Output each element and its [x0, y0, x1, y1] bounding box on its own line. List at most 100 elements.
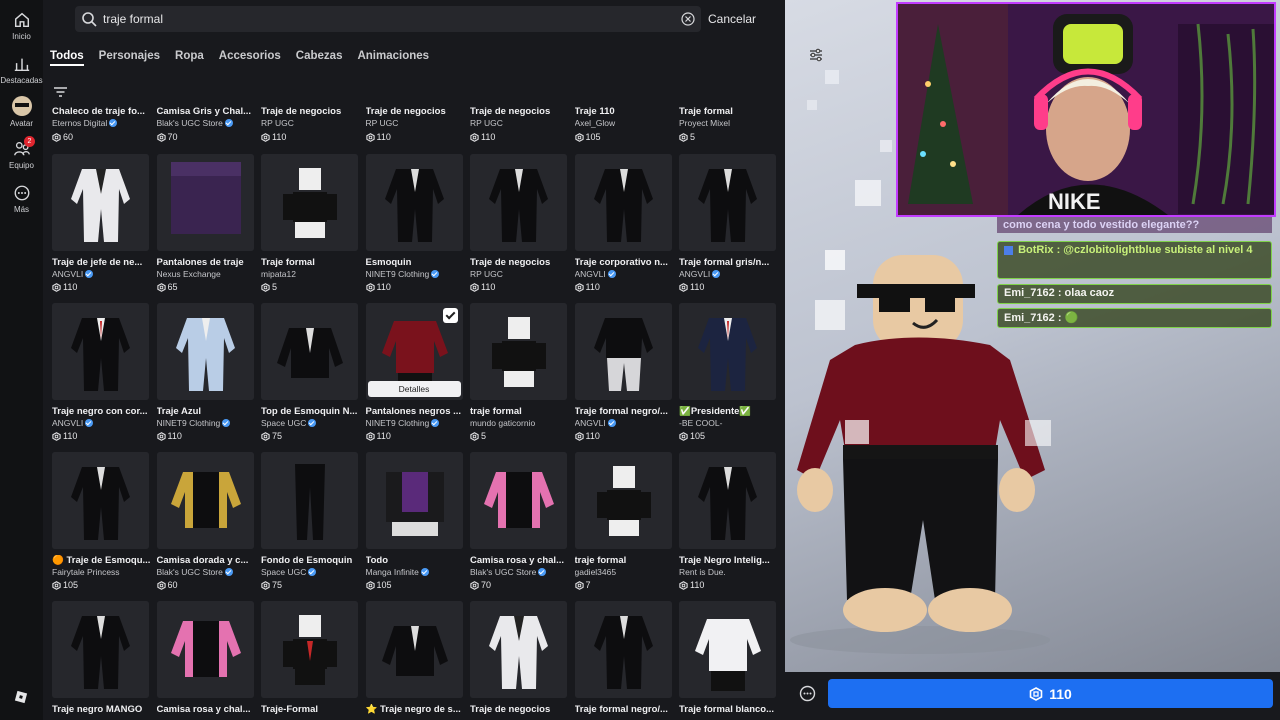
catalog-item-card[interactable]: Detalles Pantalones negros ... NINET9 Clot…	[365, 303, 466, 451]
item-thumbnail[interactable]	[679, 154, 776, 251]
catalog-item-card[interactable]: Traje formal blanco...	[679, 601, 776, 720]
item-thumbnail[interactable]	[679, 601, 776, 698]
item-thumbnail[interactable]	[52, 154, 149, 251]
catalog-item-card[interactable]: Traje Negro Intelig... Rent is Due. 110	[679, 452, 776, 600]
item-thumbnail[interactable]	[52, 452, 149, 549]
catalog-item-card[interactable]: Camisa dorada y c... Blak's UGC Store 60	[156, 452, 257, 600]
item-thumbnail[interactable]	[574, 303, 672, 400]
item-creator[interactable]: Space UGC	[261, 567, 361, 577]
item-thumbnail[interactable]	[156, 601, 254, 698]
item-thumbnail[interactable]	[365, 154, 463, 251]
clear-search-icon[interactable]	[681, 12, 695, 26]
catalog-item-card[interactable]: Camisa Gris y Chal... Blak's UGC Store 70	[157, 98, 254, 146]
catalog-item-card[interactable]: 🟠 Traje de Esmoqu... Fairytale Princess 10…	[52, 452, 152, 600]
catalog-item-card[interactable]: Traje formal negro/...	[574, 601, 672, 720]
buy-button[interactable]: 110	[828, 679, 1273, 708]
item-thumbnail[interactable]	[156, 452, 254, 549]
item-creator[interactable]: RP UGC	[470, 118, 570, 128]
item-creator[interactable]: Rent is Due.	[679, 567, 779, 577]
item-creator[interactable]: mundo gaticornio	[470, 418, 570, 428]
cancel-button[interactable]: Cancelar	[708, 12, 756, 26]
catalog-item-card[interactable]: Traje formal Proyect Mixel 5	[679, 98, 776, 146]
item-thumbnail[interactable]	[470, 601, 567, 698]
catalog-item-card[interactable]: Traje formal negro/... ANGVLI 110	[574, 303, 675, 451]
item-creator[interactable]: ANGVLI	[575, 418, 675, 428]
item-thumbnail[interactable]	[470, 154, 567, 251]
tab-cabezas[interactable]: Cabezas	[296, 50, 343, 66]
item-creator[interactable]: Nexus Exchange	[157, 269, 257, 279]
sliders-icon[interactable]	[808, 47, 824, 63]
item-thumbnail[interactable]	[574, 601, 672, 698]
tab-personajes[interactable]: Personajes	[99, 50, 160, 66]
item-creator[interactable]: Axel_Glow	[575, 118, 675, 128]
item-thumbnail[interactable]	[365, 601, 463, 698]
catalog-item-card[interactable]: Camisa rosa y chal... Blak's UGC Store 70	[470, 452, 567, 600]
catalog-item-card[interactable]: Traje de negocios RP UGC 110	[470, 98, 567, 146]
emote-icon[interactable]	[799, 685, 816, 702]
catalog-item-card[interactable]: Camisa rosa y chal...	[156, 601, 254, 720]
item-creator[interactable]: Space UGC	[261, 418, 361, 428]
catalog-item-card[interactable]: Traje de negocios RP UGC 110	[366, 98, 463, 146]
nav-home[interactable]: Inicio	[0, 11, 43, 41]
item-thumbnail[interactable]	[470, 452, 567, 549]
item-thumbnail[interactable]	[470, 303, 567, 400]
catalog-item-card[interactable]: Traje negro MANGO	[52, 601, 149, 720]
item-thumbnail[interactable]	[156, 154, 254, 251]
catalog-item-card[interactable]: ⭐ Traje negro de s...	[365, 601, 463, 720]
catalog-item-card[interactable]: Traje Azul NINET9 Clothing 110	[156, 303, 257, 451]
item-creator[interactable]: RP UGC	[366, 118, 466, 128]
item-creator[interactable]: Proyect Mixel	[679, 118, 779, 128]
tab-ropa[interactable]: Ropa	[175, 50, 204, 66]
roblox-logo-icon[interactable]	[14, 690, 28, 704]
catalog-item-card[interactable]: Traje de jefe de ne... ANGVLI 110	[52, 154, 149, 302]
item-creator[interactable]: Eternos Digital	[52, 118, 152, 128]
item-thumbnail[interactable]	[574, 154, 672, 251]
item-thumbnail[interactable]	[679, 303, 776, 400]
catalog-item-card[interactable]: Traje 110 Axel_Glow 105	[575, 98, 672, 146]
tab-animaciones[interactable]: Animaciones	[357, 50, 429, 66]
nav-more[interactable]: Más	[0, 184, 43, 214]
catalog-item-card[interactable]: Traje negro con cor... ANGVLI 110	[52, 303, 149, 451]
item-thumbnail[interactable]	[52, 303, 149, 400]
item-thumbnail[interactable]	[261, 452, 358, 549]
catalog-item-card[interactable]: Top de Esmoquin N... Space UGC 75	[261, 303, 358, 451]
item-creator[interactable]: Blak's UGC Store	[157, 567, 257, 577]
item-thumbnail[interactable]: Detalles	[365, 303, 463, 400]
item-creator[interactable]: RP UGC	[261, 118, 361, 128]
catalog-item-card[interactable]: Traje de negocios RP UGC 110	[261, 98, 358, 146]
details-button[interactable]: Detalles	[367, 381, 461, 397]
item-thumbnail[interactable]	[52, 601, 149, 698]
item-creator[interactable]: Fairytale Princess	[52, 567, 152, 577]
tab-todos[interactable]: Todos	[50, 50, 84, 66]
catalog-item-card[interactable]: Traje de negocios RP UGC 110	[470, 154, 567, 302]
item-creator[interactable]: Manga Infinite	[366, 567, 466, 577]
item-creator[interactable]: ANGVLI	[679, 269, 779, 279]
item-creator[interactable]: -BE COOL-	[679, 418, 779, 428]
catalog-item-card[interactable]: Todo Manga Infinite 105	[365, 452, 466, 600]
catalog-item-card[interactable]: traje formal gadiel3465 7	[574, 452, 675, 600]
nav-featured[interactable]: Destacadas	[0, 55, 43, 85]
item-thumbnail[interactable]	[261, 154, 358, 251]
item-thumbnail[interactable]	[365, 452, 463, 549]
item-creator[interactable]: NINET9 Clothing	[366, 418, 466, 428]
item-thumbnail[interactable]	[679, 452, 776, 549]
item-creator[interactable]: RP UGC	[470, 269, 570, 279]
catalog-item-card[interactable]: traje formal mundo gaticornio 5	[470, 303, 567, 451]
search-input[interactable]	[97, 12, 681, 26]
catalog-item-card[interactable]: Traje formal mipata12 5	[261, 154, 358, 302]
item-thumbnail[interactable]	[156, 303, 254, 400]
item-creator[interactable]: NINET9 Clothing	[366, 269, 466, 279]
catalog-item-card[interactable]: Traje de negocios	[470, 601, 567, 720]
item-thumbnail[interactable]	[261, 303, 358, 400]
item-creator[interactable]: ANGVLI	[575, 269, 675, 279]
item-creator[interactable]: gadiel3465	[575, 567, 675, 577]
item-thumbnail[interactable]	[574, 452, 672, 549]
item-creator[interactable]: NINET9 Clothing	[157, 418, 257, 428]
catalog-item-card[interactable]: Chaleco de traje fo... Eternos Digital 60	[52, 98, 149, 146]
item-creator[interactable]: Blak's UGC Store	[470, 567, 570, 577]
tab-accesorios[interactable]: Accesorios	[219, 50, 281, 66]
filter-icon[interactable]	[53, 86, 68, 98]
catalog-item-card[interactable]: ✅Presidente✅ -BE COOL- 105	[679, 303, 776, 451]
item-thumbnail[interactable]	[261, 601, 358, 698]
nav-team[interactable]: 2 Equipo	[0, 136, 43, 170]
